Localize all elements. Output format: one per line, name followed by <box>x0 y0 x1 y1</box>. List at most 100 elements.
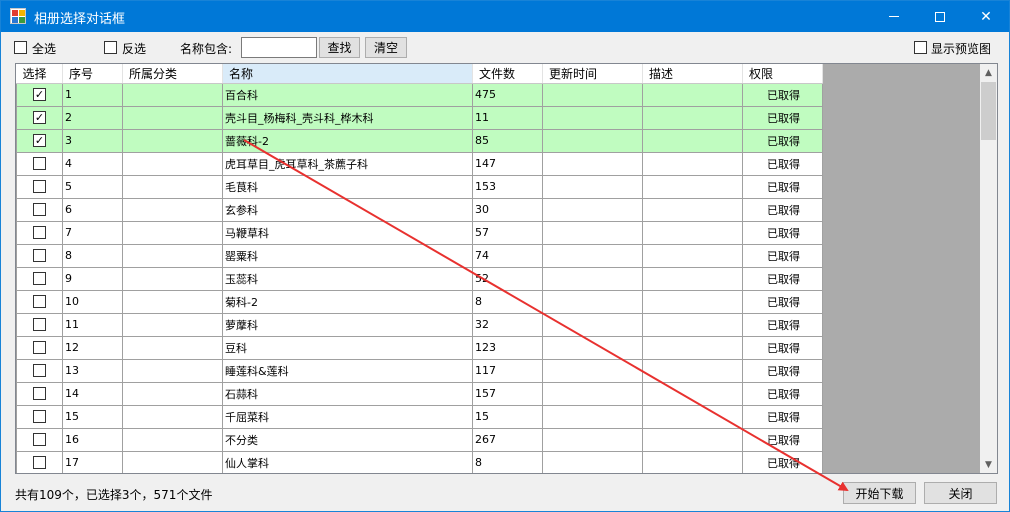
table-row[interactable]: 10 菊科-2 8 已取得 <box>16 289 823 314</box>
col-header-index[interactable]: 序号 <box>62 64 123 84</box>
maximize-button[interactable] <box>917 1 963 32</box>
row-checkbox[interactable] <box>33 456 46 469</box>
col-header-updated[interactable]: 更新时间 <box>542 64 643 84</box>
table-row[interactable]: 12 豆科 123 已取得 <box>16 335 823 360</box>
col-header-perm[interactable]: 权限 <box>742 64 823 84</box>
cell-select[interactable] <box>16 427 63 452</box>
table-row[interactable]: 16 不分类 267 已取得 <box>16 427 823 452</box>
cell-select[interactable] <box>16 450 63 473</box>
cell-select[interactable] <box>16 243 63 268</box>
col-header-select[interactable]: 选择 <box>16 64 63 84</box>
minimize-button[interactable] <box>871 1 917 32</box>
table-row[interactable]: 17 仙人掌科 8 已取得 <box>16 450 823 473</box>
cell-select[interactable]: ✓ <box>16 105 63 130</box>
cell-select[interactable] <box>16 220 63 245</box>
cell-select[interactable] <box>16 289 63 314</box>
cell-name: 不分类 <box>222 427 473 452</box>
cell-files: 30 <box>472 197 543 222</box>
clear-button[interactable]: 清空 <box>365 37 407 58</box>
cell-index: 12 <box>62 335 123 360</box>
row-checkbox[interactable]: ✓ <box>33 111 46 124</box>
cell-select[interactable] <box>16 335 63 360</box>
cell-select[interactable] <box>16 404 63 429</box>
cell-category <box>122 381 223 406</box>
row-checkbox[interactable] <box>33 433 46 446</box>
table-row[interactable]: 15 千屈菜科 15 已取得 <box>16 404 823 429</box>
row-checkbox[interactable] <box>33 387 46 400</box>
row-checkbox[interactable] <box>33 157 46 170</box>
table-row[interactable]: ✓ 2 壳斗目_杨梅科_壳斗科_桦木科 11 已取得 <box>16 105 823 130</box>
scroll-thumb[interactable] <box>981 82 996 140</box>
scroll-down-icon[interactable]: ▼ <box>980 456 997 473</box>
table-row[interactable]: 14 石蒜科 157 已取得 <box>16 381 823 406</box>
cell-perm: 已取得 <box>742 105 823 130</box>
table-row[interactable]: 4 虎耳草目_虎耳草科_茶藨子科 147 已取得 <box>16 151 823 176</box>
cell-files: 123 <box>472 335 543 360</box>
title-bar[interactable]: 相册选择对话框 ✕ <box>1 1 1009 32</box>
col-header-files[interactable]: 文件数 <box>472 64 543 84</box>
table-row[interactable]: 7 马鞭草科 57 已取得 <box>16 220 823 245</box>
cell-name: 马鞭草科 <box>222 220 473 245</box>
cell-select[interactable] <box>16 381 63 406</box>
cell-category <box>122 335 223 360</box>
cell-desc <box>642 427 743 452</box>
col-header-name[interactable]: 名称 <box>222 64 473 84</box>
close-window-button[interactable]: ✕ <box>963 1 1009 32</box>
cell-select[interactable] <box>16 174 63 199</box>
row-checkbox[interactable] <box>33 249 46 262</box>
table-row[interactable]: 11 萝藦科 32 已取得 <box>16 312 823 337</box>
cell-select[interactable] <box>16 197 63 222</box>
table-row[interactable]: 9 玉蕊科 52 已取得 <box>16 266 823 291</box>
table-row[interactable]: 5 毛茛科 153 已取得 <box>16 174 823 199</box>
select-all-checkbox[interactable] <box>14 41 27 54</box>
cell-name: 石蒜科 <box>222 381 473 406</box>
table-row[interactable]: 6 玄参科 30 已取得 <box>16 197 823 222</box>
cell-files: 267 <box>472 427 543 452</box>
row-checkbox[interactable] <box>33 226 46 239</box>
cell-name: 蔷薇科-2 <box>222 128 473 153</box>
col-header-category[interactable]: 所属分类 <box>122 64 223 84</box>
row-checkbox[interactable] <box>33 203 46 216</box>
col-header-desc[interactable]: 描述 <box>642 64 743 84</box>
row-checkbox[interactable] <box>33 295 46 308</box>
cell-select[interactable]: ✓ <box>16 82 63 107</box>
invert-selection-checkbox[interactable] <box>104 41 117 54</box>
table-row[interactable]: ✓ 1 百合科 475 已取得 <box>16 82 823 107</box>
check-icon: ✓ <box>34 111 45 124</box>
cell-select[interactable] <box>16 312 63 337</box>
row-checkbox[interactable] <box>33 364 46 377</box>
row-checkbox[interactable] <box>33 341 46 354</box>
table-row[interactable]: 8 罂粟科 74 已取得 <box>16 243 823 268</box>
cell-select[interactable] <box>16 266 63 291</box>
cell-updated <box>542 266 643 291</box>
cell-files: 8 <box>472 450 543 473</box>
cell-desc <box>642 404 743 429</box>
table-row[interactable]: ✓ 3 蔷薇科-2 85 已取得 <box>16 128 823 153</box>
cell-index: 7 <box>62 220 123 245</box>
cell-files: 157 <box>472 381 543 406</box>
row-checkbox[interactable]: ✓ <box>33 134 46 147</box>
show-preview-checkbox[interactable] <box>914 41 927 54</box>
cell-perm: 已取得 <box>742 427 823 452</box>
name-search-input[interactable] <box>241 37 317 58</box>
row-checkbox[interactable] <box>33 318 46 331</box>
cell-select[interactable] <box>16 151 63 176</box>
find-button[interactable]: 查找 <box>319 37 360 58</box>
cell-files: 52 <box>472 266 543 291</box>
close-button[interactable]: 关闭 <box>924 482 997 504</box>
vertical-scrollbar[interactable]: ▲ ▼ <box>980 64 997 473</box>
cell-files: 85 <box>472 128 543 153</box>
start-download-button[interactable]: 开始下载 <box>843 482 916 504</box>
cell-index: 14 <box>62 381 123 406</box>
row-checkbox[interactable] <box>33 272 46 285</box>
cell-category <box>122 243 223 268</box>
cell-select[interactable] <box>16 358 63 383</box>
row-checkbox[interactable] <box>33 180 46 193</box>
row-checkbox[interactable]: ✓ <box>33 88 46 101</box>
scroll-up-icon[interactable]: ▲ <box>980 64 997 81</box>
cell-select[interactable]: ✓ <box>16 128 63 153</box>
album-grid[interactable]: 选择 序号 所属分类 名称 文件数 更新时间 描述 权限 ✓ 1 百合科 475 已取得… <box>15 63 998 474</box>
table-row[interactable]: 13 睡莲科&莲科 117 已取得 <box>16 358 823 383</box>
cell-desc <box>642 312 743 337</box>
row-checkbox[interactable] <box>33 410 46 423</box>
